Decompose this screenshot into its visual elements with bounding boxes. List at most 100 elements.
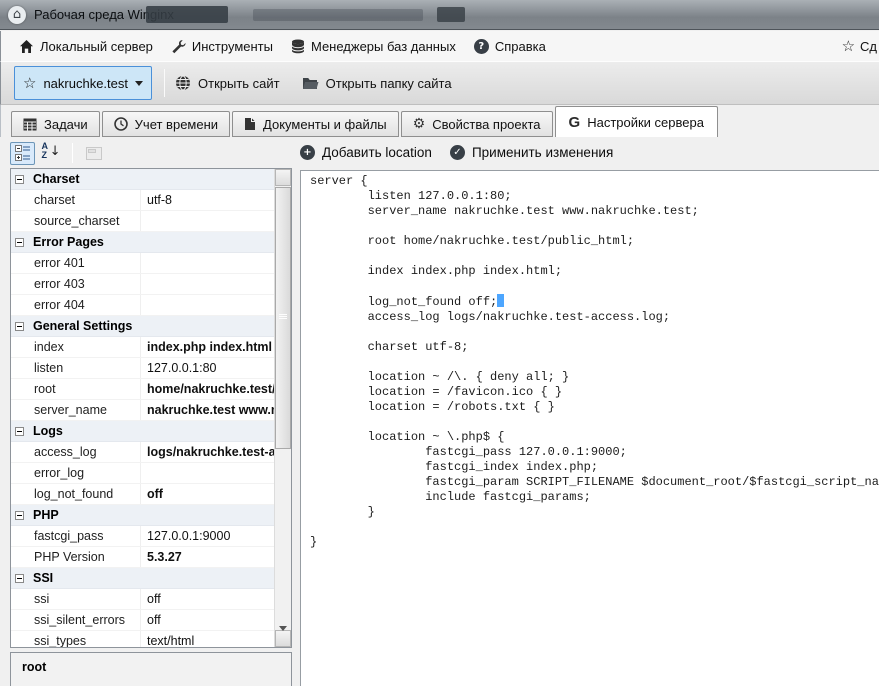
- property-row[interactable]: indexindex.php index.html: [11, 337, 274, 358]
- config-line: include fastcgi_params;: [310, 490, 879, 505]
- plus-circle-icon: +: [300, 145, 315, 160]
- category-row[interactable]: General Settings: [11, 316, 274, 337]
- tab-bar: Задачи Учет времени Документы и файлы ⚙ …: [0, 105, 879, 137]
- property-row[interactable]: error 403: [11, 274, 274, 295]
- property-value[interactable]: 127.0.0.1:9000: [141, 526, 274, 546]
- property-row[interactable]: error 404: [11, 295, 274, 316]
- property-row[interactable]: listen127.0.0.1:80: [11, 358, 274, 379]
- editor-toolbar: + Добавить location ✓ Применить изменени…: [300, 139, 613, 165]
- property-grid[interactable]: Charsetcharsetutf-8source_charset Error P…: [10, 168, 292, 648]
- property-row[interactable]: access_loglogs/nakruchke.test-access.log: [11, 442, 274, 463]
- property-row[interactable]: fastcgi_pass127.0.0.1:9000: [11, 526, 274, 547]
- collapse-icon[interactable]: [15, 238, 24, 247]
- property-name: ssi_types: [11, 631, 141, 647]
- config-line: [310, 325, 879, 340]
- property-value[interactable]: nakruchke.test www.nakruchke.test: [141, 400, 274, 420]
- property-value[interactable]: [141, 253, 274, 273]
- property-name: listen: [11, 358, 141, 378]
- property-rows: Charsetcharsetutf-8source_charset Error P…: [11, 169, 274, 647]
- menu-local-server[interactable]: Локальный сервер: [19, 39, 153, 54]
- property-row[interactable]: charsetutf-8: [11, 190, 274, 211]
- vertical-scrollbar[interactable]: [274, 169, 291, 647]
- open-site-folder-button[interactable]: Открыть папку сайта: [302, 76, 452, 91]
- property-value[interactable]: logs/nakruchke.test-access.log: [141, 442, 274, 462]
- property-value[interactable]: off: [141, 610, 274, 630]
- add-location-button[interactable]: + Добавить location: [300, 145, 432, 160]
- property-description-panel: root: [10, 652, 292, 686]
- collapse-icon[interactable]: [15, 175, 24, 184]
- menu-help[interactable]: ? Справка: [474, 39, 546, 54]
- config-line: }: [310, 505, 879, 520]
- scroll-down-button[interactable]: [275, 630, 291, 647]
- property-name: ssi: [11, 589, 141, 609]
- property-pages-button: [81, 142, 106, 165]
- property-row[interactable]: server_namenakruchke.test www.nakruchke.…: [11, 400, 274, 421]
- property-row[interactable]: ssi_silent_errorsoff: [11, 610, 274, 631]
- property-value[interactable]: [141, 274, 274, 294]
- property-row[interactable]: error_log: [11, 463, 274, 484]
- config-line: index index.php index.html;: [310, 264, 879, 279]
- menu-donate[interactable]: ☆ Сд: [842, 39, 877, 54]
- config-line: listen 127.0.0.1:80;: [310, 189, 879, 204]
- property-row[interactable]: roothome/nakruchke.test/public_html: [11, 379, 274, 400]
- category-row[interactable]: Error Pages: [11, 232, 274, 253]
- property-row[interactable]: PHP Version5.3.27: [11, 547, 274, 568]
- site-selector[interactable]: ☆ nakruchke.test: [14, 66, 152, 100]
- property-value[interactable]: 127.0.0.1:80: [141, 358, 274, 378]
- property-row[interactable]: source_charset: [11, 211, 274, 232]
- collapse-icon[interactable]: [15, 427, 24, 436]
- selected-property-name: root: [22, 660, 280, 674]
- category-label: Logs: [33, 424, 63, 438]
- tab-tasks[interactable]: Задачи: [11, 111, 100, 137]
- tab-project-properties[interactable]: ⚙ Свойства проекта: [401, 111, 553, 137]
- star-icon: ☆: [842, 39, 855, 54]
- title-bar[interactable]: ⌂ Рабочая среда Winginx: [0, 0, 879, 30]
- apply-changes-button[interactable]: ✓ Применить изменения: [450, 145, 613, 160]
- collapse-icon[interactable]: [15, 511, 24, 520]
- property-name: log_not_found: [11, 484, 141, 504]
- property-row[interactable]: error 401: [11, 253, 274, 274]
- property-value[interactable]: [141, 211, 274, 231]
- category-row[interactable]: PHP: [11, 505, 274, 526]
- open-site-button[interactable]: Открыть сайт: [175, 75, 280, 91]
- scroll-up-button[interactable]: [275, 169, 291, 186]
- property-value[interactable]: off: [141, 484, 274, 504]
- alphabetical-sort-button[interactable]: AZ↓: [39, 142, 64, 165]
- property-row[interactable]: log_not_foundoff: [11, 484, 274, 505]
- collapse-icon[interactable]: [15, 574, 24, 583]
- config-line: fastcgi_param SCRIPT_FILENAME $document_…: [310, 475, 879, 490]
- menu-tools[interactable]: Инструменты: [171, 39, 273, 54]
- property-row[interactable]: ssioff: [11, 589, 274, 610]
- property-value[interactable]: [141, 295, 274, 315]
- scrollbar-thumb[interactable]: [275, 187, 291, 449]
- winginx-window: ⌂ Рабочая среда Winginx Локальный сервер…: [0, 0, 879, 686]
- app-icon: ⌂: [8, 6, 26, 24]
- config-line: root home/nakruchke.test/public_html;: [310, 234, 879, 249]
- property-row[interactable]: ssi_typestext/html: [11, 631, 274, 647]
- property-name: PHP Version: [11, 547, 141, 567]
- tab-server-settings[interactable]: G Настройки сервера: [555, 106, 718, 137]
- property-value[interactable]: off: [141, 589, 274, 609]
- property-name: error 404: [11, 295, 141, 315]
- menu-bar: Локальный сервер Инструменты Менеджеры б…: [0, 31, 879, 61]
- category-label: Error Pages: [33, 235, 104, 249]
- tab-time-tracking[interactable]: Учет времени: [102, 111, 230, 137]
- az-sort-icon: AZ↓: [42, 144, 62, 162]
- menu-db-managers[interactable]: Менеджеры баз данных: [291, 39, 456, 54]
- category-row[interactable]: Charset: [11, 169, 274, 190]
- category-row[interactable]: Logs: [11, 421, 274, 442]
- categorized-view-button[interactable]: [10, 142, 35, 165]
- server-config-editor[interactable]: server { listen 127.0.0.1:80; server_nam…: [300, 170, 879, 686]
- category-row[interactable]: SSI: [11, 568, 274, 589]
- text-cursor: [497, 294, 504, 307]
- collapse-icon[interactable]: [15, 322, 24, 331]
- category-label: PHP: [33, 508, 59, 522]
- property-value[interactable]: 5.3.27: [141, 547, 274, 567]
- property-value[interactable]: utf-8: [141, 190, 274, 210]
- check-circle-icon: ✓: [450, 145, 465, 160]
- tab-documents-files[interactable]: Документы и файлы: [232, 111, 399, 137]
- property-value[interactable]: text/html: [141, 631, 274, 647]
- property-value[interactable]: home/nakruchke.test/public_html: [141, 379, 274, 399]
- property-value[interactable]: index.php index.html: [141, 337, 274, 357]
- property-value[interactable]: [141, 463, 274, 483]
